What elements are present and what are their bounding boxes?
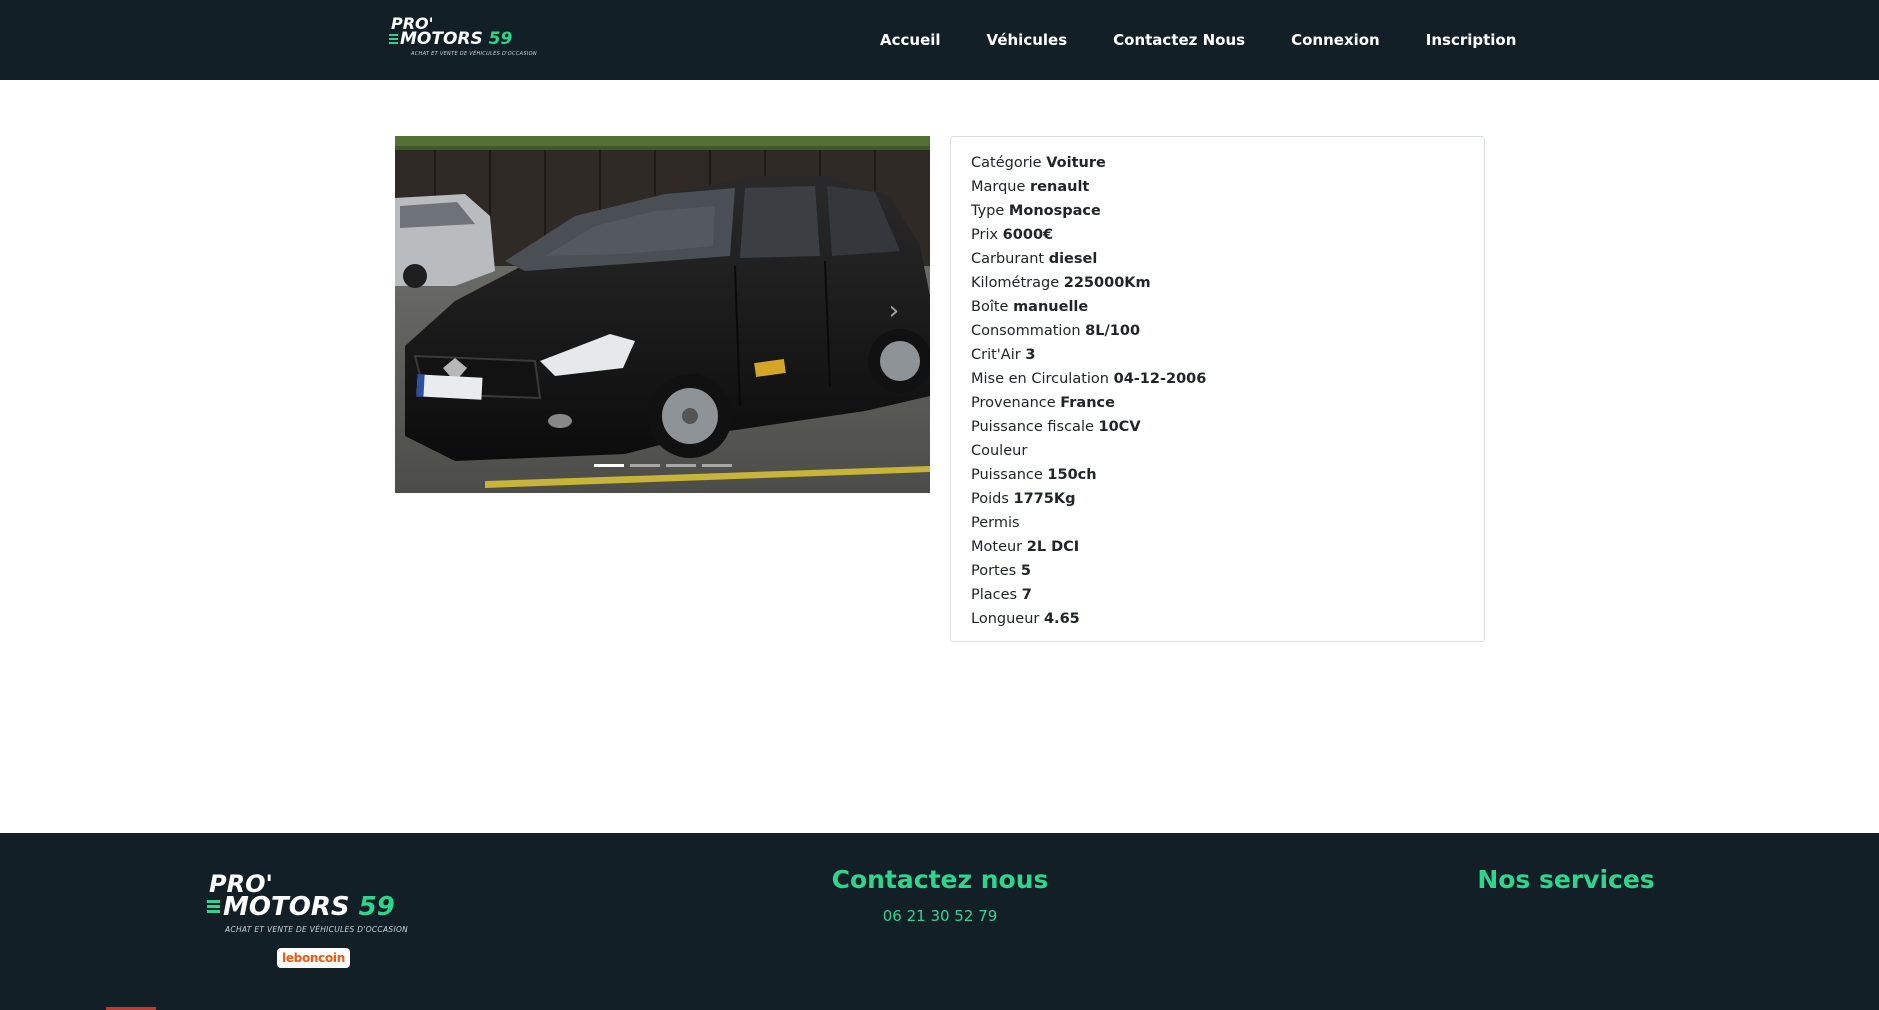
carousel-indicator[interactable] [593, 464, 624, 467]
carousel-indicator[interactable] [665, 464, 696, 467]
spec-carburant: Carburant diesel [971, 251, 1098, 267]
nav-link-inscription[interactable]: Inscription [1426, 31, 1517, 49]
carousel-indicator[interactable] [701, 464, 732, 467]
services-heading: Nos services [1477, 865, 1655, 894]
carousel-indicators [395, 464, 930, 467]
logo-speed-bars [207, 900, 220, 915]
spec-moteur: Moteur 2L DCI [971, 539, 1080, 555]
spec-permis: Permis [971, 515, 1020, 531]
spec-prix: Prix 6000€ [971, 227, 1054, 243]
leboncoin-badge[interactable]: leboncoin [277, 948, 350, 968]
logo-line-2: MOTORS 59 [400, 29, 513, 49]
spec-couleur: Couleur [971, 443, 1028, 459]
carousel-indicator[interactable] [629, 464, 660, 467]
vehicle-details-card: Catégorie Voiture Marque renault Type Mo… [950, 136, 1485, 642]
nav-menu: Accueil Véhicules Contactez Nous Connexi… [880, 0, 1516, 80]
spec-boite: Boîte manuelle [971, 299, 1089, 315]
spec-mise-en-circulation: Mise en Circulation 04-12-2006 [971, 371, 1207, 387]
footer: PRO' MOTORS 59 ACHAT ET VENTE DE VÉHICUL… [0, 833, 1879, 1010]
spec-poids: Poids 1775Kg [971, 491, 1076, 507]
spec-marque: Marque renault [971, 179, 1090, 195]
footer-logo[interactable]: PRO' MOTORS 59 ACHAT ET VENTE DE VÉHICUL… [207, 870, 419, 935]
logo-tagline: ACHAT ET VENTE DE VÉHICULES D'OCCASION [411, 51, 537, 57]
logo-tagline: ACHAT ET VENTE DE VÉHICULES D'OCCASION [225, 925, 409, 934]
spec-type: Type Monospace [971, 203, 1101, 219]
logo-speed-bars [389, 34, 398, 46]
nav-link-vehicules[interactable]: Véhicules [987, 31, 1068, 49]
chevron-right-icon[interactable]: › [884, 296, 904, 326]
spec-longueur: Longueur 4.65 [971, 611, 1080, 627]
logo-line-2: MOTORS 59 [223, 892, 395, 922]
vehicle-photo [395, 136, 930, 493]
nav-link-connexion[interactable]: Connexion [1291, 31, 1380, 49]
spec-critair: Crit'Air 3 [971, 347, 1036, 363]
phone-link[interactable]: 06 21 30 52 79 [790, 907, 1090, 925]
navbar: PRO' MOTORS 59 ACHAT ET VENTE DE VÉHICUL… [0, 0, 1879, 80]
nav-link-accueil[interactable]: Accueil [880, 31, 941, 49]
spec-puissance: Puissance 150ch [971, 467, 1097, 483]
vehicle-photo-carousel[interactable]: › [395, 136, 930, 493]
nav-link-contact[interactable]: Contactez Nous [1113, 31, 1245, 49]
spec-kilometrage: Kilométrage 225000Km [971, 275, 1151, 291]
spec-categorie: Catégorie Voiture [971, 155, 1106, 171]
spec-provenance: Provenance France [971, 395, 1115, 411]
spec-puissance-fiscale: Puissance fiscale 10CV [971, 419, 1141, 435]
contact-heading: Contactez nous [831, 865, 1049, 894]
spec-places: Places 7 [971, 587, 1032, 603]
site-logo[interactable]: PRO' MOTORS 59 ACHAT ET VENTE DE VÉHICUL… [389, 14, 537, 58]
spec-consommation: Consommation 8L/100 [971, 323, 1141, 339]
spec-portes: Portes 5 [971, 563, 1031, 579]
